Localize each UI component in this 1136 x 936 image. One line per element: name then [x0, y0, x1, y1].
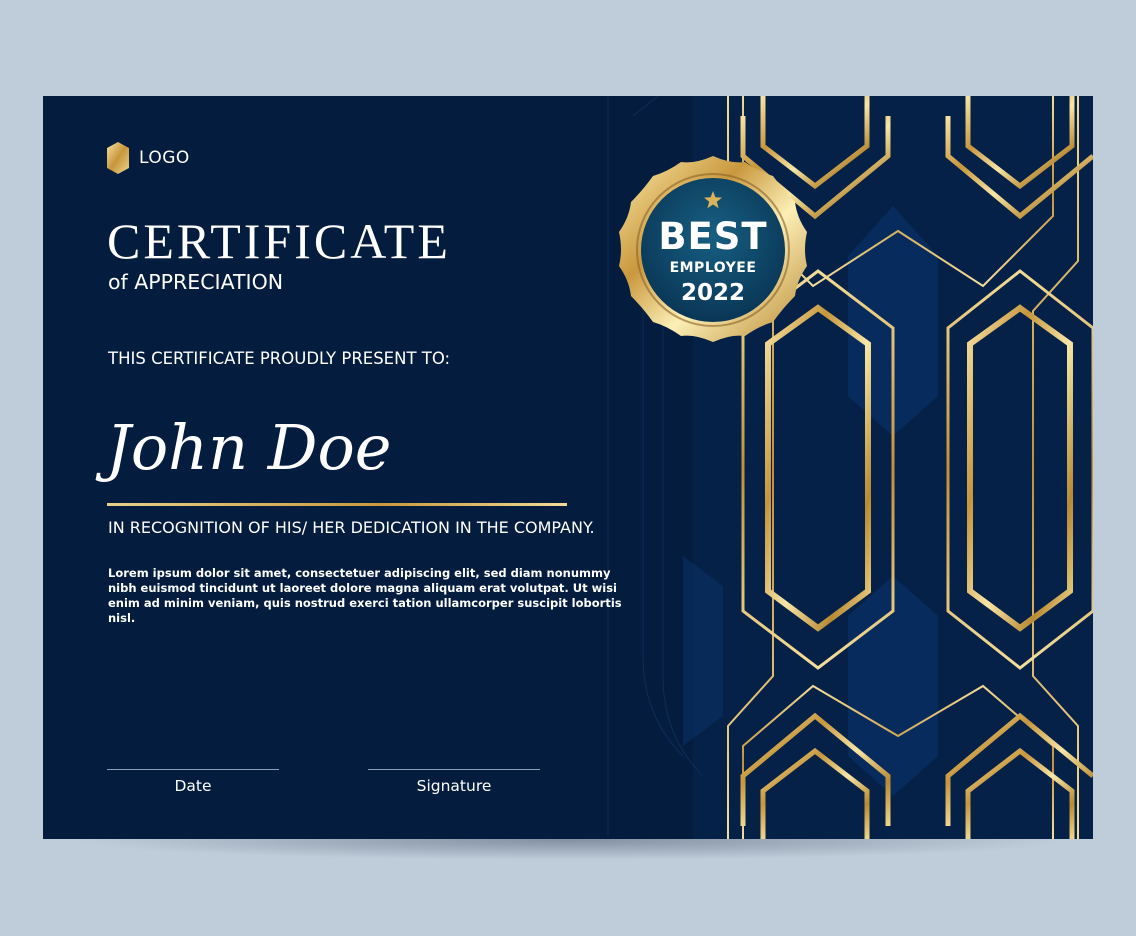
badge-employee-text: EMPLOYEE	[669, 260, 757, 276]
badge-year-text: 2022	[680, 280, 745, 306]
date-label: Date	[174, 777, 212, 795]
star-icon	[704, 191, 722, 209]
recipient-name: John Doe	[106, 411, 392, 484]
recognition-text: IN RECOGNITION OF HIS/ HER DEDICATION IN…	[108, 518, 595, 537]
certificate-card: LOGO CERTIFICATE of APPRECIATION THIS CE…	[43, 96, 1093, 839]
signature-label: Signature	[416, 777, 492, 795]
present-line: THIS CERTIFICATE PROUDLY PRESENT TO:	[108, 349, 451, 368]
logo: LOGO	[107, 142, 190, 174]
body-text: Lorem ipsum dolor sit amet, consectetuer…	[108, 566, 622, 625]
name-underline	[107, 503, 567, 506]
badge-best-text: BEST	[658, 215, 768, 258]
certificate-subtitle: of APPRECIATION	[108, 270, 284, 294]
signature-line	[368, 769, 540, 770]
best-employee-badge: BEST EMPLOYEE 2022	[613, 154, 813, 346]
signature-block: Signature	[368, 769, 540, 796]
logo-hexagon-icon	[107, 142, 129, 174]
logo-text: LOGO	[139, 148, 190, 168]
certificate-title: CERTIFICATE	[107, 213, 451, 269]
date-line	[107, 769, 279, 770]
date-block: Date	[107, 769, 279, 796]
